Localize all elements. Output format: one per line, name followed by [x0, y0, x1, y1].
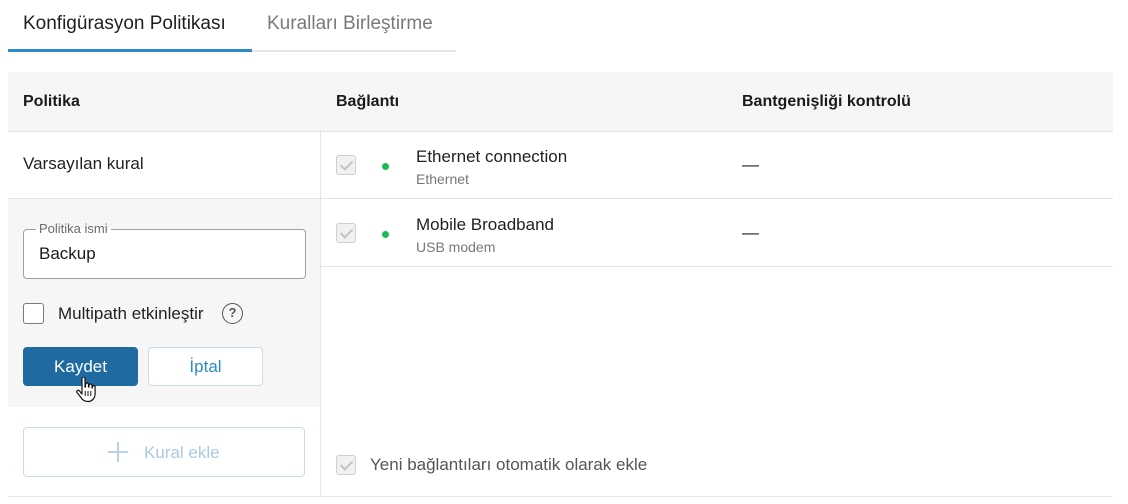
connection-name: Mobile Broadband	[416, 215, 554, 234]
auto-add-label: Yeni bağlantıları otomatik olarak ekle	[370, 455, 648, 474]
policy-name-input[interactable]: Backup	[39, 244, 96, 264]
connection-name: Ethernet connection	[416, 147, 568, 166]
policy-column: Varsayılan kural Politika ismi Backup Mu…	[8, 132, 320, 496]
policy-edit-panel: Politika ismi Backup Multipath etkinleşt…	[8, 199, 320, 407]
plus-icon	[107, 441, 129, 463]
connection-checkbox[interactable]	[336, 223, 356, 243]
multipath-row: Multipath etkinleştir ?	[23, 303, 313, 325]
connection-type: USB modem	[416, 239, 496, 255]
help-icon[interactable]: ?	[222, 303, 243, 324]
status-dot-icon	[382, 231, 389, 238]
add-rule-button[interactable]: Kural ekle	[23, 427, 305, 477]
multipath-checkbox[interactable]	[23, 303, 44, 324]
connection-row: Mobile Broadband USB modem —	[321, 200, 1113, 267]
header-policy: Politika	[23, 93, 80, 110]
auto-add-row: Yeni bağlantıları otomatik olarak ekle	[321, 452, 1021, 476]
policy-name-legend: Politika ismi	[36, 221, 111, 236]
auto-add-checkbox[interactable]	[336, 455, 356, 475]
connection-type: Ethernet	[416, 171, 469, 187]
tab-merge-rules[interactable]: Kuralları Birleştirme	[267, 13, 433, 35]
policy-name: Varsayılan kural	[23, 154, 144, 173]
table-header: Politika Bağlantı Bantgenişliği kontrolü	[8, 72, 1113, 132]
policy-row-default[interactable]: Varsayılan kural	[8, 132, 320, 199]
status-dot-icon	[382, 163, 389, 170]
header-bandwidth: Bantgenişliği kontrolü	[742, 93, 911, 110]
connection-row: Ethernet connection Ethernet —	[321, 132, 1113, 199]
header-connection: Bağlantı	[336, 93, 400, 110]
bandwidth-value: —	[742, 155, 759, 174]
cancel-button[interactable]: İptal	[148, 347, 263, 386]
connection-checkbox[interactable]	[336, 155, 356, 175]
hand-pointer-icon	[76, 377, 96, 403]
multipath-label[interactable]: Multipath etkinleştir	[58, 304, 204, 324]
tab-configuration-policy[interactable]: Konfigürasyon Politikası	[23, 13, 226, 35]
policy-name-field[interactable]: Politika ismi Backup	[23, 221, 306, 279]
tab-bar: Konfigürasyon Politikası Kuralları Birle…	[8, 0, 456, 52]
add-rule-label: Kural ekle	[144, 443, 220, 462]
table-bottom-divider	[8, 496, 1113, 497]
bandwidth-value: —	[742, 223, 759, 242]
active-tab-indicator	[8, 49, 252, 52]
